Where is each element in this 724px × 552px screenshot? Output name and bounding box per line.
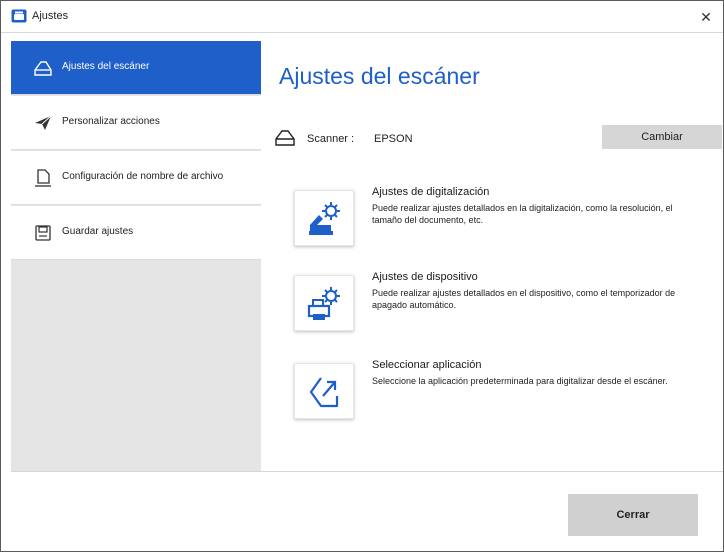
app-icon [11,9,27,23]
sidebar: Ajustes del escáner Personalizar accione… [11,41,261,471]
title-bar: Ajustes ✕ [1,1,723,33]
sidebar-item-custom-actions[interactable]: Personalizar acciones [11,96,261,150]
scanner-label: Scanner : [307,133,355,145]
window-title: Ajustes [32,10,69,22]
document-icon [35,169,51,187]
option-device-settings[interactable]: Ajustes de dispositivo Puede realizar aj… [294,271,714,335]
sidebar-item-filename-config[interactable]: Configuración de nombre de archivo [11,151,261,205]
sidebar-item-label: Ajustes del escáner [62,61,150,72]
page-title: Ajustes del escáner [279,63,480,89]
option-description: Puede realizar ajustes detallados en el … [372,288,676,310]
sidebar-item-label: Personalizar acciones [62,116,160,127]
device-settings-icon [307,287,340,320]
option-description: Seleccione la aplicación predeterminada … [372,376,668,386]
option-select-application[interactable]: Seleccionar aplicación Seleccione la apl… [294,359,714,423]
close-icon[interactable]: ✕ [693,5,719,29]
scanner-icon [275,130,295,146]
main-panel: Ajustes del escáner Scanner : EPSON Camb… [261,41,723,471]
select-app-icon [309,377,339,408]
save-icon [35,225,51,241]
option-title: Seleccionar aplicación [372,359,482,371]
option-tile[interactable] [294,275,354,331]
option-description: Puede realizar ajustes detallados en la … [372,203,673,225]
option-title: Ajustes de digitalización [372,186,490,198]
sidebar-item-scanner-settings[interactable]: Ajustes del escáner [11,41,261,95]
sidebar-item-label: Guardar ajustes [62,226,134,237]
footer-divider [11,471,723,472]
change-button[interactable]: Cambiar [602,125,722,149]
sidebar-item-save-settings[interactable]: Guardar ajustes [11,206,261,260]
option-tile[interactable] [294,190,354,246]
option-scan-settings[interactable]: Ajustes de digitalización Puede realizar… [294,186,714,250]
scan-settings-icon [309,202,340,235]
option-tile[interactable] [294,363,354,419]
scanner-icon [34,61,52,76]
option-title: Ajustes de dispositivo [372,271,478,283]
close-button[interactable]: Cerrar [568,494,698,536]
send-icon [35,115,52,130]
settings-window: Ajustes ✕ Ajustes del escáner Personaliz… [0,0,724,552]
scanner-value: EPSON [374,133,413,145]
sidebar-item-label: Configuración de nombre de archivo [62,171,224,182]
